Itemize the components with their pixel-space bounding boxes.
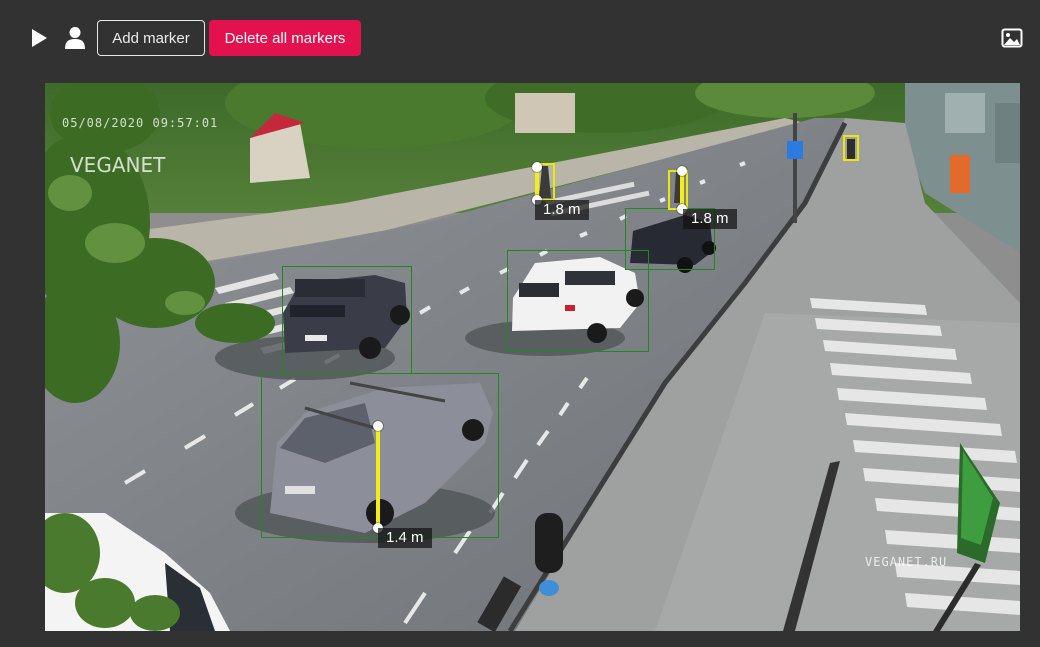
marker-label: 1.4 m (378, 528, 432, 548)
person-icon[interactable] (64, 26, 86, 50)
add-marker-button[interactable]: Add marker (97, 20, 205, 56)
image-icon[interactable] (1001, 28, 1023, 48)
camera-viewport[interactable]: 05/08/2020 09:57:01 VEGANET VEGANET.RU 1… (45, 83, 1020, 631)
camera-watermark-top: VEGANET (70, 153, 166, 177)
marker-handle-top[interactable] (532, 162, 542, 172)
marker-line (376, 428, 380, 528)
delete-all-markers-button[interactable]: Delete all markers (209, 20, 361, 56)
camera-watermark-bottom: VEGANET.RU (865, 555, 948, 569)
camera-timestamp: 05/08/2020 09:57:01 (62, 116, 219, 130)
detection-box-pedestrian[interactable] (843, 135, 859, 161)
marker-label: 1.8 m (683, 209, 737, 229)
marker-label: 1.8 m (535, 200, 589, 220)
marker-handle-top[interactable] (677, 166, 687, 176)
detection-box-vehicle[interactable] (282, 266, 412, 374)
play-icon[interactable] (29, 28, 49, 48)
detection-box-vehicle[interactable] (261, 373, 499, 538)
toolbar: Add marker Delete all markers (0, 0, 1040, 76)
marker-handle-top[interactable] (373, 421, 383, 431)
